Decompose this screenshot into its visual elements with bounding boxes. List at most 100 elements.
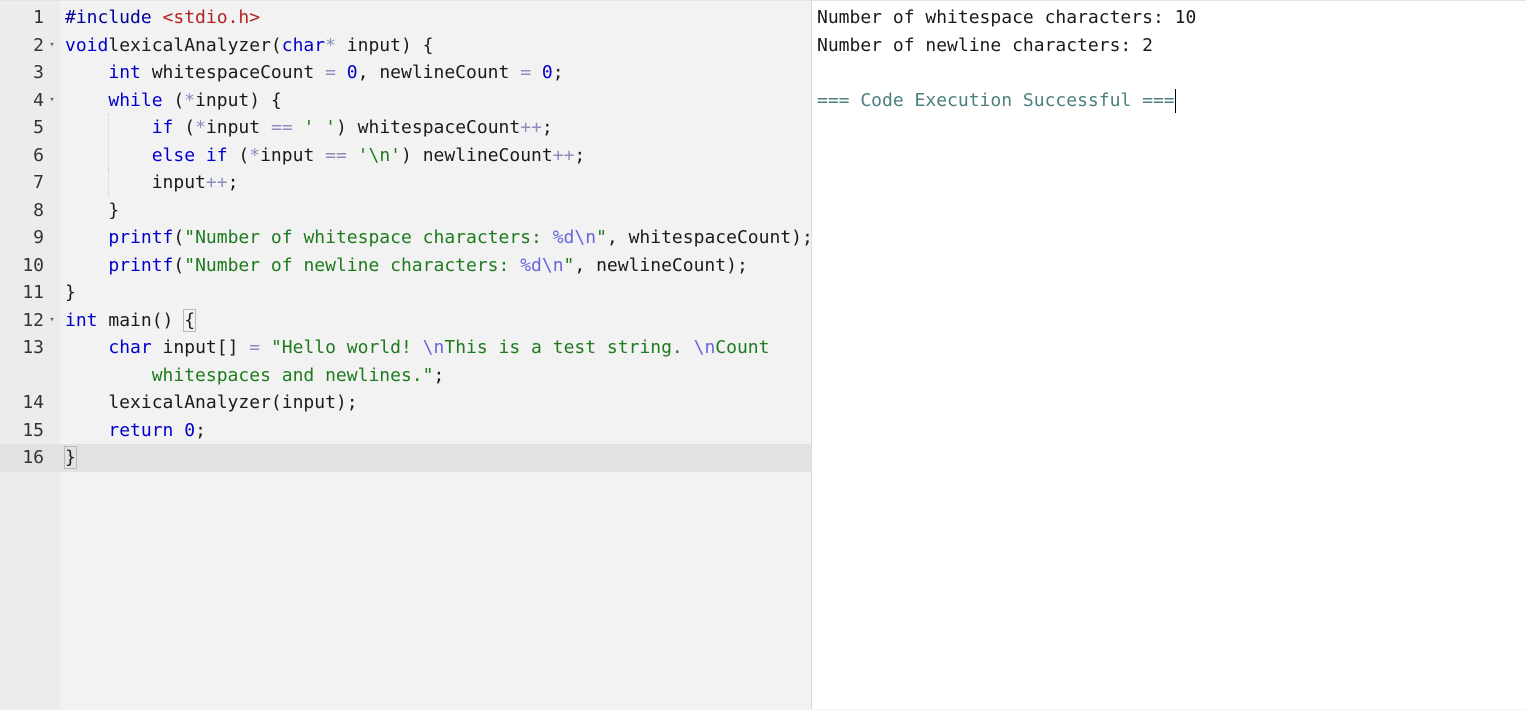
code-token: int xyxy=(108,62,141,83)
code-token: ) whitespaceCount xyxy=(336,117,521,138)
code-token: ; xyxy=(552,62,564,83)
line-number: 16 xyxy=(22,447,44,468)
code-token: 0 xyxy=(346,62,358,83)
code-token: "Hello world! xyxy=(270,337,423,358)
code-token: while xyxy=(108,89,163,111)
code-token: 0 xyxy=(541,62,553,83)
code-line[interactable]: 16} xyxy=(0,444,811,472)
code-token: %d\n xyxy=(552,227,597,248)
line-number: 9 xyxy=(33,227,44,248)
code-text: int whitespaceCount = 0, newlineCount = … xyxy=(65,59,564,87)
code-text: return 0; xyxy=(65,417,206,445)
code-text: voidlexicalAnalyzer(char* input) { xyxy=(65,32,434,60)
code-token: \n xyxy=(693,337,716,358)
code-line[interactable]: 2 ▾ voidlexicalAnalyzer(char* input) { xyxy=(0,32,811,60)
code-line[interactable]: 15 return 0; xyxy=(0,417,811,445)
code-line[interactable]: whitespaces and newlines."; xyxy=(0,362,811,390)
code-token: return xyxy=(108,419,174,441)
code-token: char xyxy=(108,337,152,358)
line-number: 8 xyxy=(33,199,44,221)
code-line[interactable]: 6 else if (*input == '\n') newlineCount+… xyxy=(0,142,811,170)
text-caret xyxy=(1174,88,1176,113)
code-token: lexicalAnalyzer(input); xyxy=(65,392,358,413)
code-token: , whitespaceCount); xyxy=(606,227,813,248)
code-token: lexicalAnalyzer( xyxy=(108,34,282,56)
code-token: * xyxy=(195,117,206,138)
code-token: } xyxy=(65,282,76,303)
code-line[interactable]: 8 } xyxy=(0,197,811,225)
line-number: 2 xyxy=(33,34,44,56)
fold-toggle-icon[interactable]: ▾ xyxy=(47,87,57,115)
code-line[interactable]: 1 #include <stdio.h> xyxy=(0,4,811,32)
code-token: input) { xyxy=(335,34,434,56)
code-token: %d\n xyxy=(520,254,564,276)
code-token: ; xyxy=(433,364,445,386)
code-text: lexicalAnalyzer(input); xyxy=(65,389,358,417)
code-token: ++ xyxy=(520,117,542,138)
code-line[interactable]: 4 ▾ while (*input) { xyxy=(0,87,811,115)
code-line[interactable]: 12 ▾ int main() { xyxy=(0,307,811,335)
code-line[interactable]: 7 input++; xyxy=(0,169,811,197)
fold-toggle-icon[interactable]: ▾ xyxy=(47,32,57,60)
code-token: printf xyxy=(108,254,174,276)
code-token: ; xyxy=(541,117,553,138)
code-line[interactable]: 10 printf("Number of newline characters:… xyxy=(0,252,811,280)
code-token: ( xyxy=(162,89,185,111)
line-number: 1 xyxy=(33,7,44,28)
code-token: ; xyxy=(227,172,239,193)
code-token: "Number of newline characters: xyxy=(184,254,521,276)
code-token: input) { xyxy=(195,89,282,111)
line-number: 4 xyxy=(33,89,44,111)
code-text: printf("Number of whitespace characters:… xyxy=(65,224,813,252)
code-token: \n xyxy=(422,337,445,358)
code-token: This is a test string. xyxy=(444,337,694,358)
code-token: input xyxy=(260,144,326,166)
code-token: '\n' xyxy=(357,144,402,166)
fold-toggle-icon[interactable]: ▾ xyxy=(47,307,57,335)
output-text: Number of newline characters: 2 xyxy=(817,34,1153,56)
code-text: whitespaces and newlines."; xyxy=(65,362,445,390)
code-token: == xyxy=(270,117,293,138)
code-token: , newlineCount xyxy=(357,62,521,83)
code-token: ; xyxy=(195,419,206,441)
code-text: if (*input == ' ') whitespaceCount++; xyxy=(65,114,553,142)
code-token: int xyxy=(65,309,98,331)
code-token: ; xyxy=(574,144,586,166)
code-token: ( xyxy=(227,144,250,166)
code-token: ( xyxy=(173,117,196,138)
code-line[interactable]: 9 printf("Number of whitespace character… xyxy=(0,224,813,252)
code-token: ( xyxy=(173,227,185,248)
code-token: { xyxy=(183,308,197,332)
code-line[interactable]: 5 if (*input == ' ') whitespaceCount++; xyxy=(0,114,811,142)
code-text: else if (*input == '\n') newlineCount++; xyxy=(65,142,586,170)
code-line[interactable]: 11} xyxy=(0,279,811,307)
code-token: printf xyxy=(108,227,174,248)
line-number: 10 xyxy=(22,254,44,276)
line-number: 12 xyxy=(22,309,44,331)
code-line[interactable]: 3 int whitespaceCount = 0, newlineCount … xyxy=(0,59,811,87)
code-editor[interactable]: 1 #include <stdio.h> 2 ▾ voidlexicalAnalyzer… xyxy=(0,0,813,710)
code-line[interactable]: 13 char input[] = "Hello world! \nThis i… xyxy=(0,334,811,362)
code-token: if xyxy=(151,117,174,138)
code-token: <stdio.h> xyxy=(162,7,261,28)
execution-status: === Code Execution Successful === xyxy=(817,87,1176,115)
code-token: "Number of whitespace characters: xyxy=(184,227,553,248)
line-number: 5 xyxy=(33,117,44,138)
code-token: else if xyxy=(151,144,228,166)
code-token: = xyxy=(325,62,336,83)
indent-guide xyxy=(108,114,109,142)
code-line[interactable]: 14 lexicalAnalyzer(input); xyxy=(0,389,811,417)
line-number: 3 xyxy=(33,62,44,83)
line-number: 11 xyxy=(22,282,44,303)
line-number: 15 xyxy=(22,419,44,441)
line-number: 13 xyxy=(22,337,44,358)
code-text: while (*input) { xyxy=(65,87,282,115)
code-text: } xyxy=(64,444,77,472)
